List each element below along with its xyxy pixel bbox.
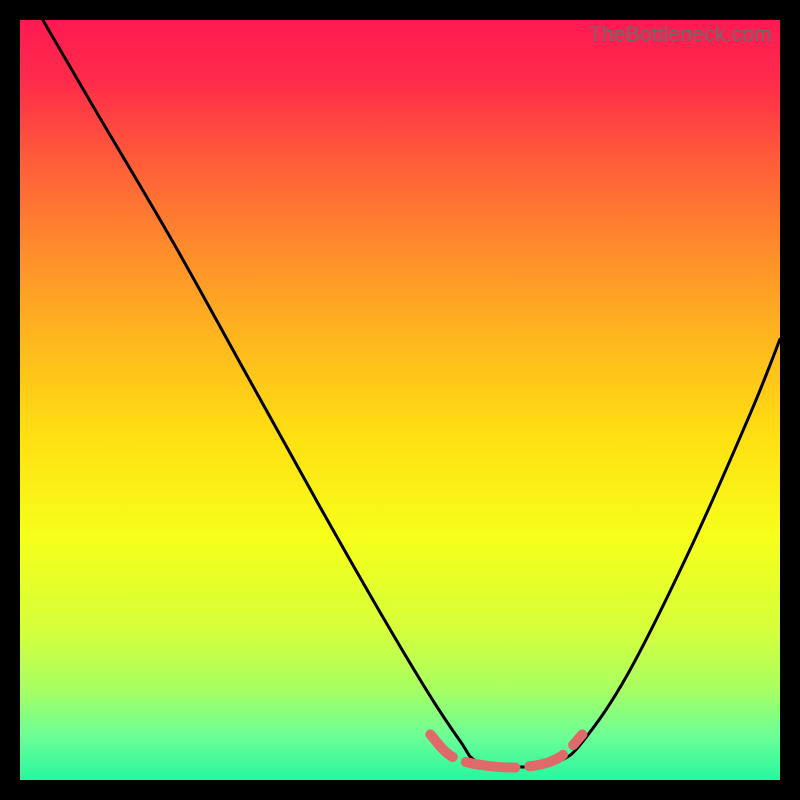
watermark-text: TheBottleneck.com bbox=[589, 23, 772, 47]
chart-stage: TheBottleneck.com bbox=[0, 0, 800, 800]
chart-svg bbox=[20, 20, 780, 780]
plot-area: TheBottleneck.com bbox=[20, 20, 780, 780]
gradient-background bbox=[20, 20, 780, 780]
